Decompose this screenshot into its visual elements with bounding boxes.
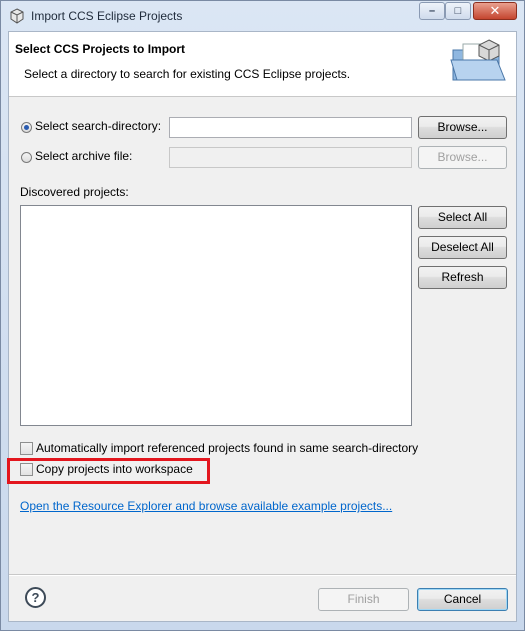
finish-button[interactable]: Finish	[318, 588, 409, 611]
archive-file-label: Select archive file:	[35, 149, 133, 163]
maximize-icon: □	[454, 5, 462, 17]
radio-selected-dot	[24, 125, 29, 130]
select-all-button[interactable]: Select All	[418, 206, 507, 229]
resource-explorer-link[interactable]: Open the Resource Explorer and browse av…	[20, 499, 392, 513]
folder-with-projects-icon	[450, 39, 506, 81]
wizard-description: Select a directory to search for existin…	[24, 67, 351, 81]
cancel-button[interactable]: Cancel	[417, 588, 508, 611]
close-button[interactable]: ✕	[473, 2, 517, 20]
archive-file-radio[interactable]	[21, 152, 32, 163]
discovered-projects-label: Discovered projects:	[20, 185, 129, 199]
auto-import-label: Automatically import referenced projects…	[36, 441, 419, 455]
maximize-button[interactable]: □	[445, 2, 471, 20]
deselect-all-button[interactable]: Deselect All	[418, 236, 507, 259]
wizard-header: Select CCS Projects to Import Select a d…	[9, 32, 516, 97]
browse-archive-button[interactable]: Browse...	[418, 146, 507, 169]
close-icon: ✕	[489, 3, 501, 18]
search-directory-label: Select search-directory:	[35, 119, 162, 133]
window-title: Import CCS Eclipse Projects	[31, 9, 183, 23]
archive-file-input[interactable]	[169, 147, 412, 168]
search-directory-radio[interactable]	[21, 122, 32, 133]
help-icon[interactable]: ?	[25, 587, 46, 608]
wizard-title: Select CCS Projects to Import	[15, 42, 186, 56]
auto-import-checkbox[interactable]	[20, 442, 33, 455]
title-bar[interactable]: Import CCS Eclipse Projects – □ ✕	[1, 1, 524, 31]
app-icon	[10, 8, 24, 24]
search-directory-input[interactable]	[169, 117, 412, 138]
minimize-icon: –	[428, 5, 436, 17]
copy-projects-highlight-box	[7, 458, 210, 484]
minimize-button[interactable]: –	[419, 2, 445, 20]
dialog-client-area: Select CCS Projects to Import Select a d…	[8, 31, 517, 622]
import-dialog-window: Import CCS Eclipse Projects – □ ✕ Select…	[0, 0, 525, 631]
browse-directory-button[interactable]: Browse...	[418, 116, 507, 139]
footer-separator	[9, 574, 516, 576]
refresh-button[interactable]: Refresh	[418, 266, 507, 289]
discovered-projects-list[interactable]	[20, 205, 412, 426]
